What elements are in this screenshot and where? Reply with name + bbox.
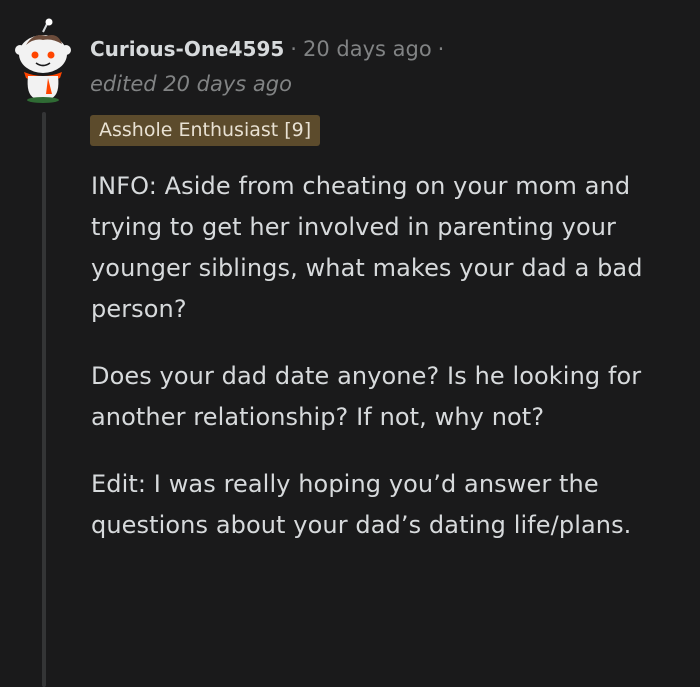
comment-paragraph: INFO: Aside from cheating on your mom an… xyxy=(91,172,643,323)
username-link[interactable]: Curious-One4595 xyxy=(90,37,284,61)
timestamp-link[interactable]: 20 days ago xyxy=(303,37,432,61)
comment-paragraph: Edit: I was really hoping you’d answer t… xyxy=(91,470,632,539)
separator-dot-trailing: · xyxy=(437,37,445,61)
thread-collapse-line[interactable] xyxy=(42,112,46,687)
comment-meta: Curious-One4595 · 20 days ago · xyxy=(90,34,450,64)
edited-timestamp: edited 20 days ago xyxy=(90,72,292,96)
user-flair-badge: Asshole Enthusiast [9] xyxy=(90,115,321,146)
comment: Curious-One4595 · 20 days ago · edited 20 d… xyxy=(0,0,700,687)
snoo-avatar-icon[interactable] xyxy=(12,18,74,104)
separator-dot: · xyxy=(290,37,297,61)
comment-paragraph: Does your dad date anyone? Is he looking… xyxy=(91,362,642,431)
comment-body: INFO: Aside from cheating on your mom an… xyxy=(91,166,681,572)
